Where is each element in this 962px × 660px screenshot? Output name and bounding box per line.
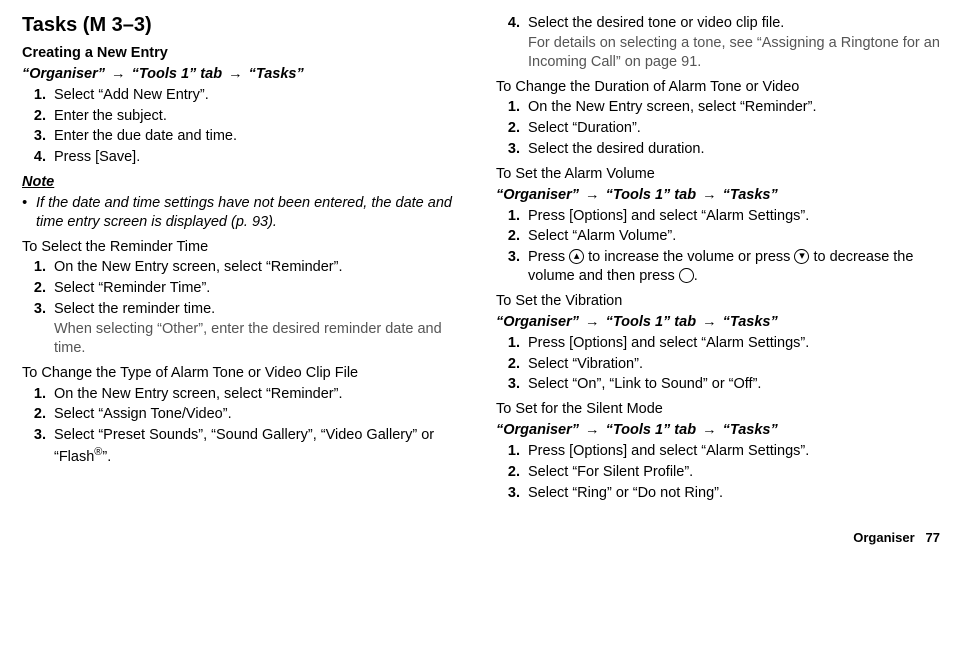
list-item: Select the desired duration.: [524, 140, 940, 159]
list-item: On the New Entry screen, select “Reminde…: [50, 385, 466, 404]
up-icon: ▴: [569, 249, 584, 264]
list-item: Select “Alarm Volume”.: [524, 227, 940, 246]
list-item: Select the reminder time. When selecting…: [50, 300, 466, 358]
right-column: Select the desired tone or video clip fi…: [496, 12, 940, 506]
list-item: Press [Options] and select “Alarm Settin…: [524, 334, 940, 353]
list-item: Select “Preset Sounds”, “Sound Gallery”,…: [50, 426, 466, 467]
steps-duration: On the New Entry screen, select “Reminde…: [496, 98, 940, 159]
list-item: Enter the due date and time.: [50, 127, 466, 146]
list-item: On the New Entry screen, select “Reminde…: [50, 258, 466, 277]
page-title: Tasks (M 3–3): [22, 12, 466, 38]
list-item: Press ▴ to increase the volume or press …: [524, 248, 940, 286]
arrow-icon: →: [579, 422, 606, 438]
center-button-icon: [679, 268, 694, 283]
list-item: Select the desired tone or video clip fi…: [524, 14, 940, 72]
list-item: Press [Save].: [50, 148, 466, 167]
arrow-icon: →: [579, 314, 606, 330]
steps-tone: On the New Entry screen, select “Reminde…: [22, 385, 466, 467]
list-item: Select “Add New Entry”.: [50, 86, 466, 105]
arrow-icon: →: [696, 314, 723, 330]
list-item: Press [Options] and select “Alarm Settin…: [524, 207, 940, 226]
list-item: Select “On”, “Link to Sound” or “Off”.: [524, 375, 940, 394]
vibration-heading: To Set the Vibration: [496, 292, 940, 311]
steps-volume: Press [Options] and select “Alarm Settin…: [496, 207, 940, 286]
silent-heading: To Set for the Silent Mode: [496, 400, 940, 419]
steps-tone-cont: Select the desired tone or video clip fi…: [496, 14, 940, 72]
nav-path: “Organiser” → “Tools 1” tab → “Tasks”: [496, 186, 940, 205]
arrow-icon: →: [579, 187, 606, 203]
steps-silent: Press [Options] and select “Alarm Settin…: [496, 442, 940, 503]
list-item: Select “Ring” or “Do not Ring”.: [524, 484, 940, 503]
list-item: Select “Assign Tone/Video”.: [50, 405, 466, 424]
steps-vibration: Press [Options] and select “Alarm Settin…: [496, 334, 940, 395]
steps-creating: Select “Add New Entry”. Enter the subjec…: [22, 86, 466, 167]
steps-reminder: On the New Entry screen, select “Reminde…: [22, 258, 466, 357]
volume-heading: To Set the Alarm Volume: [496, 165, 940, 184]
arrow-icon: →: [222, 66, 249, 82]
reminder-heading: To Select the Reminder Time: [22, 238, 466, 257]
list-item: Press [Options] and select “Alarm Settin…: [524, 442, 940, 461]
arrow-icon: →: [105, 66, 132, 82]
list-item: Select “For Silent Profile”.: [524, 463, 940, 482]
page-number: 77: [926, 530, 940, 545]
note-label: Note: [22, 173, 466, 192]
left-column: Tasks (M 3–3) Creating a New Entry “Orga…: [22, 12, 466, 506]
nav-path: “Organiser” → “Tools 1” tab → “Tasks”: [496, 313, 940, 332]
registered-icon: ®: [94, 446, 102, 458]
sub-note: For details on selecting a tone, see “As…: [528, 34, 940, 72]
arrow-icon: →: [696, 422, 723, 438]
arrow-icon: →: [696, 187, 723, 203]
sub-note: When selecting “Other”, enter the desire…: [54, 320, 466, 358]
list-item: Select “Duration”.: [524, 119, 940, 138]
list-item: Select “Reminder Time”.: [50, 279, 466, 298]
tone-heading: To Change the Type of Alarm Tone or Vide…: [22, 364, 466, 383]
creating-heading: Creating a New Entry: [22, 44, 466, 63]
duration-heading: To Change the Duration of Alarm Tone or …: [496, 78, 940, 97]
list-item: Enter the subject.: [50, 107, 466, 126]
nav-path: “Organiser” → “Tools 1” tab → “Tasks”: [496, 421, 940, 440]
note-list: If the date and time settings have not b…: [22, 194, 466, 232]
section-name: Organiser: [853, 530, 914, 545]
list-item: Select “Vibration”.: [524, 355, 940, 374]
list-item: On the New Entry screen, select “Reminde…: [524, 98, 940, 117]
nav-path: “Organiser” → “Tools 1” tab → “Tasks”: [22, 65, 466, 84]
down-icon: ▾: [794, 249, 809, 264]
note-item: If the date and time settings have not b…: [36, 194, 466, 232]
page-footer: Organiser 77: [22, 530, 940, 547]
